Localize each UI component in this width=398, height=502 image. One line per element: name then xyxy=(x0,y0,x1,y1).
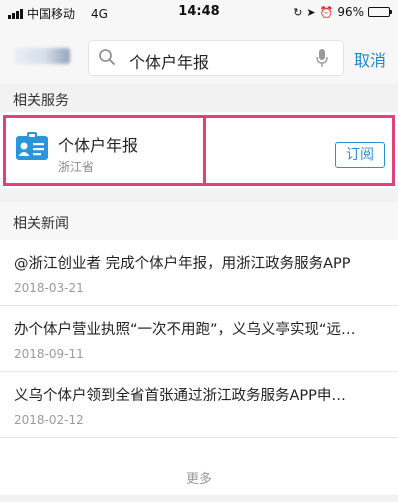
news-header: 相关新闻 xyxy=(0,202,398,240)
news-item[interactable]: 办个体户营业执照“一次不用跑”，义乌义亭实现“远… 2018-09-11 xyxy=(0,306,398,372)
rotation-lock-icon: ↻ xyxy=(293,5,303,19)
more-button[interactable]: 更多 xyxy=(0,465,398,495)
location-icon: ➤ xyxy=(306,5,316,19)
battery-percent: 96% xyxy=(337,5,364,19)
service-region: 浙江省 xyxy=(58,160,95,174)
news-list: @浙江创业者 完成个体户年报，用浙江政务服务APP 2018-03-21 办个体… xyxy=(0,240,398,438)
status-bar: 中国移动 4G 14:48 ↻ ➤ ⏰ 96% xyxy=(0,0,398,24)
news-date: 2018-02-12 xyxy=(14,413,84,427)
news-title[interactable]: 办个体户营业执照“一次不用跑”，义乌义亭实现“远… xyxy=(14,318,386,339)
search-header: 个体户年报 取消 xyxy=(0,24,398,84)
bottom-divider xyxy=(0,495,398,502)
news-date: 2018-03-21 xyxy=(14,281,84,295)
alarm-icon: ⏰ xyxy=(319,5,334,19)
news-date: 2018-09-11 xyxy=(14,347,84,361)
search-input[interactable]: 个体户年报 xyxy=(88,40,344,76)
service-name: 个体户年报 xyxy=(58,136,139,155)
subscribe-button[interactable]: 订阅 xyxy=(335,142,385,168)
cancel-button[interactable]: 取消 xyxy=(354,47,386,71)
search-icon xyxy=(99,49,115,65)
avatar[interactable] xyxy=(14,48,70,64)
news-title[interactable]: @浙江创业者 完成个体户年报，用浙江政务服务APP xyxy=(14,252,386,273)
microphone-icon[interactable] xyxy=(315,48,329,68)
battery-icon xyxy=(368,7,392,17)
search-query[interactable]: 个体户年报 xyxy=(129,49,209,73)
services-section-title: 相关服务 xyxy=(13,93,69,109)
news-item[interactable]: 义乌个体户领到全省首张通过浙江政务服务APP申… 2018-02-12 xyxy=(0,372,398,438)
services-header: 相关服务 xyxy=(0,84,398,112)
service-item[interactable]: 个体户年报 浙江省 订阅 xyxy=(0,112,398,188)
news-title[interactable]: 义乌个体户领到全省首张通过浙江政务服务APP申… xyxy=(14,384,386,405)
section-divider xyxy=(0,188,398,202)
news-section-title: 相关新闻 xyxy=(13,216,69,232)
id-card-icon xyxy=(16,132,48,160)
news-item[interactable]: @浙江创业者 完成个体户年报，用浙江政务服务APP 2018-03-21 xyxy=(0,240,398,306)
